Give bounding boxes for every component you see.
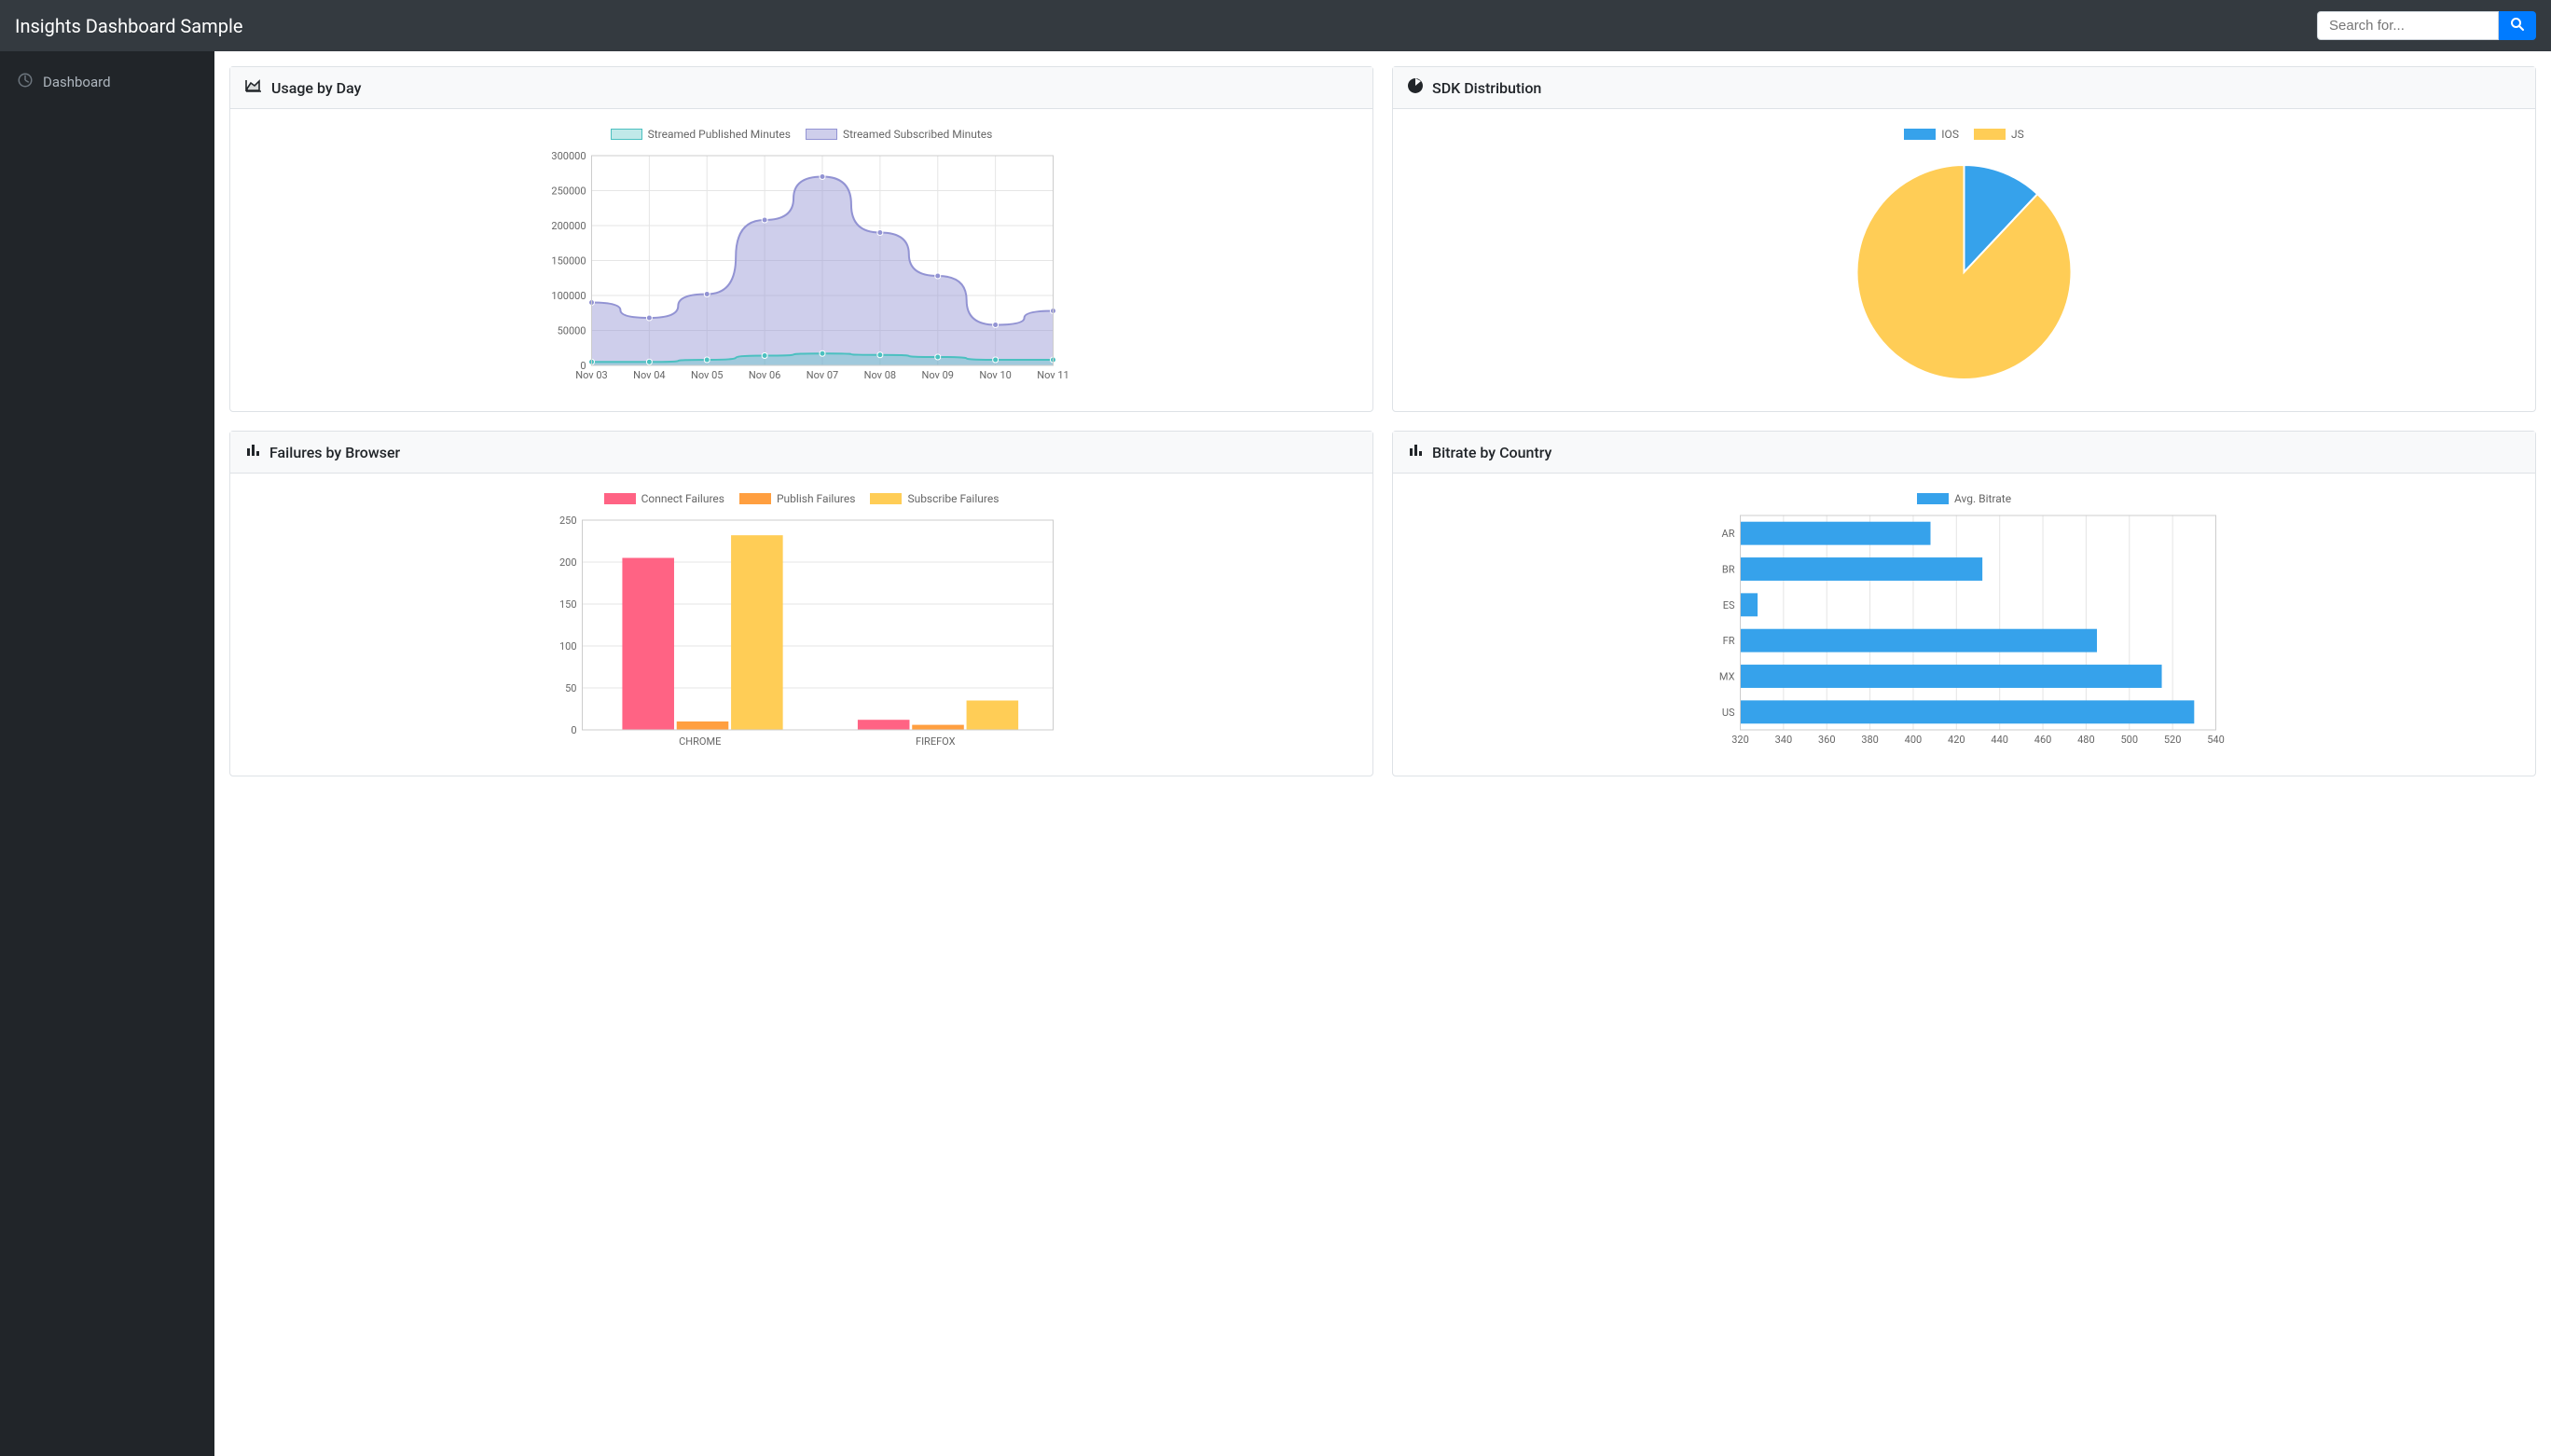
failures-legend: Connect Failures Publish Failures Subscr… [245,492,1358,505]
bitrate-legend: Avg. Bitrate [1408,492,2520,505]
card-header-bitrate: Bitrate by Country [1393,432,2535,474]
legend-label: Streamed Subscribed Minutes [843,128,992,141]
main: Usage by Day Streamed Published Minutes … [214,51,2551,1456]
card-header-sdk: SDK Distribution [1393,67,2535,109]
svg-text:Nov 04: Nov 04 [633,369,665,381]
search-icon [2510,17,2525,34]
svg-text:ES: ES [1723,599,1735,611]
svg-text:540: 540 [2207,734,2225,746]
card-header-usage: Usage by Day [230,67,1372,109]
svg-text:460: 460 [2034,734,2052,746]
svg-text:500: 500 [2120,734,2138,746]
svg-text:FIREFOX: FIREFOX [916,735,956,748]
app-title: Insights Dashboard Sample [15,15,242,37]
sdk-legend: IOS JS [1408,128,2520,141]
svg-text:Nov 07: Nov 07 [807,369,838,381]
svg-text:400: 400 [1905,734,1923,746]
svg-text:BR: BR [1722,564,1735,576]
svg-text:150: 150 [559,598,577,611]
svg-text:AR: AR [1722,528,1735,540]
svg-text:420: 420 [1948,734,1965,746]
navbar: Insights Dashboard Sample [0,0,2551,51]
sidebar-item-dashboard[interactable]: Dashboard [0,62,214,102]
legend-label: IOS [1941,128,1959,141]
card-bitrate: Bitrate by Country Avg. Bitrate 320 340 36… [1392,431,2536,776]
svg-text:100000: 100000 [551,290,586,302]
svg-text:0: 0 [571,724,576,736]
svg-text:250000: 250000 [551,185,586,198]
search-input[interactable] [2317,11,2499,40]
svg-text:MX: MX [1719,671,1735,683]
svg-text:520: 520 [2164,734,2182,746]
card-title: SDK Distribution [1432,79,1541,97]
svg-text:US: US [1722,707,1735,719]
svg-text:50: 50 [565,682,576,694]
legend-label: Publish Failures [777,492,855,505]
card-title: Bitrate by Country [1432,444,1551,461]
card-sdk: SDK Distribution IOS JS [1392,66,2536,412]
card-usage: Usage by Day Streamed Published Minutes … [229,66,1373,412]
card-header-failures: Failures by Browser [230,432,1372,474]
svg-text:380: 380 [1861,734,1879,746]
area-chart-icon [245,78,262,97]
svg-text:Nov 11: Nov 11 [1037,369,1069,381]
legend-label: JS [2011,128,2024,141]
svg-text:100: 100 [559,640,577,652]
pie-chart-icon [1408,78,1423,97]
svg-text:200000: 200000 [551,220,586,232]
search-button[interactable] [2499,11,2536,40]
card-failures: Failures by Browser Connect Failures Pub… [229,431,1373,776]
svg-text:320: 320 [1731,734,1749,746]
dashboard-icon [17,72,34,92]
svg-text:200: 200 [559,556,577,569]
bar-chart-icon [1408,443,1423,461]
svg-text:FR: FR [1723,635,1735,647]
svg-text:Nov 05: Nov 05 [691,369,723,381]
usage-legend: Streamed Published Minutes Streamed Subs… [245,128,1358,141]
legend-label: Streamed Published Minutes [648,128,791,141]
svg-text:480: 480 [2077,734,2095,746]
svg-text:50000: 50000 [558,325,586,337]
sdk-chart [1408,146,2520,389]
svg-text:Nov 10: Nov 10 [979,369,1011,381]
svg-text:250: 250 [559,515,577,527]
failures-chart: 0 50 100 150 200 250 CHROME FIREFOX [245,511,1358,753]
svg-text:150000: 150000 [551,255,586,268]
svg-text:300000: 300000 [551,150,586,162]
svg-text:Nov 08: Nov 08 [864,369,896,381]
bitrate-chart: 320 340 360 380 400 420 440 460 480 500 520 540 AR BR… [1408,511,2520,753]
svg-text:Nov 09: Nov 09 [922,369,954,381]
svg-text:Nov 03: Nov 03 [575,369,607,381]
legend-label: Connect Failures [641,492,724,505]
svg-text:360: 360 [1818,734,1836,746]
usage-chart: 050000100000150000200000250000300000Nov … [245,146,1358,389]
search-wrap [2317,11,2536,40]
card-title: Usage by Day [271,79,361,97]
sidebar: Dashboard [0,51,214,1456]
legend-label: Subscribe Failures [907,492,999,505]
svg-text:340: 340 [1775,734,1793,746]
svg-text:Nov 06: Nov 06 [749,369,780,381]
svg-text:CHROME: CHROME [679,735,721,748]
bar-chart-icon [245,443,260,461]
card-title: Failures by Browser [269,444,400,461]
legend-label: Avg. Bitrate [1954,492,2011,505]
sidebar-item-label: Dashboard [43,74,111,90]
svg-text:440: 440 [1991,734,2008,746]
